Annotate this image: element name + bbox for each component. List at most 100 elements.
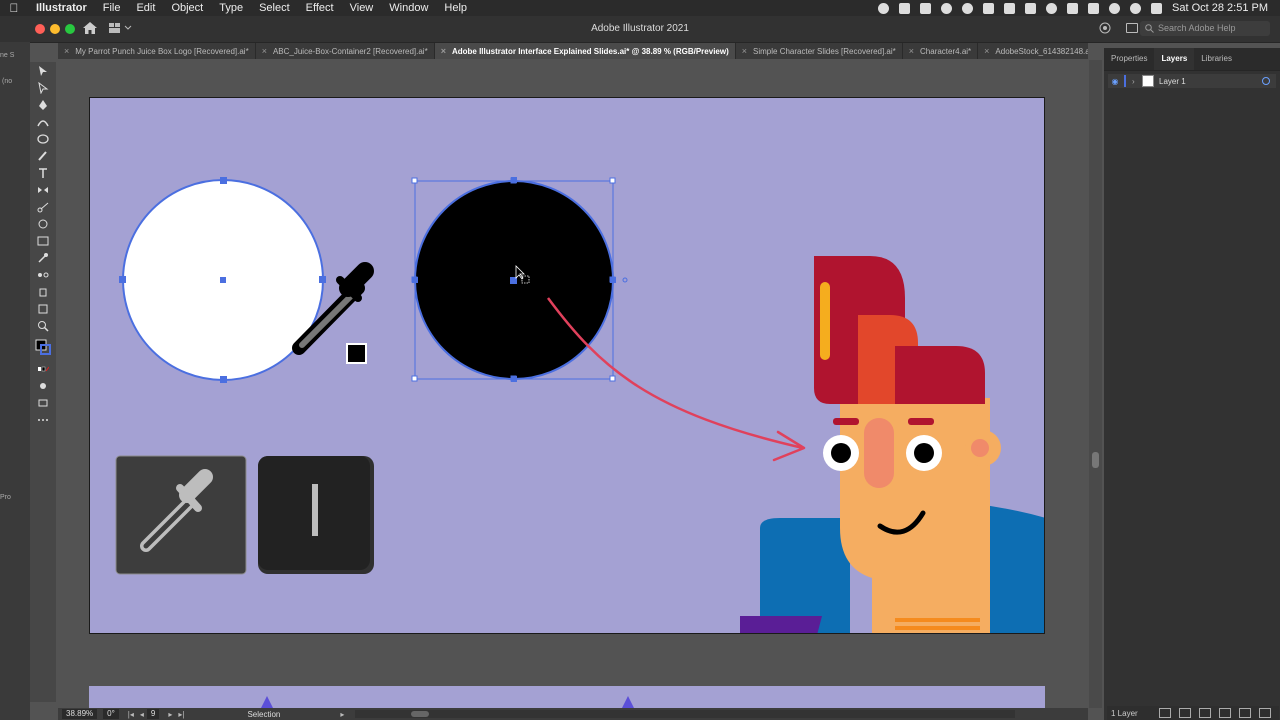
close-window-button[interactable] xyxy=(35,24,45,34)
menu-object[interactable]: Object xyxy=(163,2,211,14)
globe-icon[interactable] xyxy=(962,2,973,14)
tab-document[interactable]: × Character4.ai* xyxy=(903,43,979,59)
wifi-icon[interactable] xyxy=(1109,2,1120,14)
menu-app-name[interactable]: Illustrator xyxy=(28,2,95,14)
visibility-eye-icon[interactable]: ◉ xyxy=(1108,77,1122,86)
fill-stroke-swatch-icon[interactable] xyxy=(30,334,56,360)
artboard-number-field[interactable]: 9 xyxy=(146,709,160,719)
layer-name[interactable]: Layer 1 xyxy=(1159,77,1186,86)
menu-help[interactable]: Help xyxy=(436,2,475,14)
close-tab-icon[interactable]: × xyxy=(441,46,446,56)
target-circle-icon[interactable] xyxy=(1262,77,1270,85)
tab-document[interactable]: × Simple Character Slides [Recovered].ai* xyxy=(736,43,903,59)
bounding-box-handle[interactable] xyxy=(609,177,616,184)
menubar-clock[interactable]: Sat Oct 28 2:51 PM xyxy=(1172,2,1268,14)
pen-tool-icon[interactable] xyxy=(30,96,56,113)
scrollbar-thumb[interactable] xyxy=(1092,452,1099,468)
bounding-box-handle[interactable] xyxy=(609,375,616,382)
last-artboard-icon[interactable]: ▸| xyxy=(178,710,184,719)
expand-chevron-icon[interactable]: › xyxy=(1132,77,1142,86)
anchor-handle[interactable] xyxy=(119,276,126,283)
close-tab-icon[interactable]: × xyxy=(909,46,914,56)
make-clipping-mask-icon[interactable] xyxy=(1199,708,1211,718)
direct-selection-tool-icon[interactable] xyxy=(30,79,56,96)
tab-document[interactable]: × ABC_Juice-Box-Container2 [Recovered].ai… xyxy=(256,43,435,59)
close-tab-icon[interactable]: × xyxy=(262,46,267,56)
new-layer-icon[interactable] xyxy=(1239,708,1251,718)
previous-artboard-icon[interactable]: ◂ xyxy=(140,710,144,719)
r-app-icon[interactable] xyxy=(920,2,931,14)
control-center-icon[interactable] xyxy=(1151,2,1162,14)
rotate-handle[interactable] xyxy=(622,277,628,283)
artboard[interactable] xyxy=(89,97,1045,634)
bluetooth-icon[interactable] xyxy=(1067,2,1078,14)
scissors-tool-icon[interactable] xyxy=(30,198,56,215)
color-mode-icon[interactable] xyxy=(30,360,56,377)
windows-icon[interactable] xyxy=(1025,2,1036,14)
status-menu-icon[interactable]: ▸ xyxy=(340,710,344,719)
menu-type[interactable]: Type xyxy=(211,2,251,14)
warp-tool-icon[interactable] xyxy=(30,215,56,232)
menu-edit[interactable]: Edit xyxy=(128,2,163,14)
ellipse-tool-icon[interactable] xyxy=(30,130,56,147)
creative-cloud-icon[interactable] xyxy=(941,2,952,14)
curvature-tool-icon[interactable] xyxy=(30,113,56,130)
record-icon[interactable] xyxy=(878,2,889,14)
zoom-field[interactable]: 38.89% xyxy=(62,709,98,719)
bounding-box-handle[interactable] xyxy=(411,177,418,184)
screen-mode-icon[interactable] xyxy=(30,394,56,411)
horizontal-scrollbar[interactable] xyxy=(355,710,1016,718)
tab-document[interactable]: × AdobeStock_614382148.ai xyxy=(978,43,1088,59)
vertical-scrollbar[interactable] xyxy=(1089,60,1102,708)
menu-select[interactable]: Select xyxy=(251,2,298,14)
battery-icon[interactable] xyxy=(1088,2,1099,14)
delete-layer-icon[interactable] xyxy=(1259,708,1271,718)
anchor-handle[interactable] xyxy=(511,376,517,382)
menu-window[interactable]: Window xyxy=(381,2,436,14)
scrollbar-thumb[interactable] xyxy=(411,711,430,717)
gear-icon[interactable] xyxy=(1004,2,1015,14)
tab-document[interactable]: × My Parrot Punch Juice Box Logo [Recover… xyxy=(58,43,256,59)
draw-mode-icon[interactable] xyxy=(30,377,56,394)
tab-document-active[interactable]: × Adobe Illustrator Interface Explained S… xyxy=(434,43,736,59)
minimize-window-button[interactable] xyxy=(50,24,60,34)
tab-layers[interactable]: Layers xyxy=(1154,48,1195,70)
menu-view[interactable]: View xyxy=(342,2,382,14)
zoom-tool-icon[interactable] xyxy=(30,317,56,334)
symbol-sprayer-tool-icon[interactable] xyxy=(30,283,56,300)
anchor-handle[interactable] xyxy=(319,276,326,283)
adobe-icon[interactable] xyxy=(899,2,910,14)
layer-row[interactable]: ◉ › Layer 1 xyxy=(1108,74,1276,88)
workspace-switcher-icon[interactable] xyxy=(108,22,134,34)
close-tab-icon[interactable]: × xyxy=(984,46,989,56)
new-sublayer-icon[interactable] xyxy=(1219,708,1231,718)
blend-tool-icon[interactable] xyxy=(30,266,56,283)
drive-icon[interactable] xyxy=(983,2,994,14)
spotlight-search-icon[interactable] xyxy=(1130,2,1141,14)
anchor-handle[interactable] xyxy=(220,376,227,383)
tab-libraries[interactable]: Libraries xyxy=(1194,48,1239,70)
play-icon[interactable] xyxy=(1046,2,1057,14)
zoom-window-button[interactable] xyxy=(65,24,75,34)
export-icon[interactable] xyxy=(1159,708,1171,718)
artboard-tool-icon[interactable] xyxy=(30,300,56,317)
anchor-handle[interactable] xyxy=(220,177,227,184)
close-tab-icon[interactable]: × xyxy=(742,46,747,56)
menu-effect[interactable]: Effect xyxy=(298,2,342,14)
eyedropper-tool-icon[interactable] xyxy=(30,249,56,266)
menu-file[interactable]: File xyxy=(95,2,129,14)
reflect-tool-icon[interactable] xyxy=(30,181,56,198)
tab-properties[interactable]: Properties xyxy=(1104,48,1154,70)
rotation-field[interactable]: 0° xyxy=(103,709,119,719)
anchor-handle[interactable] xyxy=(511,177,517,183)
selection-tool-icon[interactable] xyxy=(30,62,56,79)
bounding-box-handle[interactable] xyxy=(411,375,418,382)
current-tool-label[interactable]: Selection xyxy=(247,710,280,719)
paintbrush-tool-icon[interactable] xyxy=(30,147,56,164)
first-artboard-icon[interactable]: |◂ xyxy=(128,710,134,719)
type-tool-icon[interactable] xyxy=(30,164,56,181)
locate-object-icon[interactable] xyxy=(1179,708,1191,718)
next-artboard-icon[interactable]: ▸ xyxy=(168,710,172,719)
close-tab-icon[interactable]: × xyxy=(64,46,69,56)
search-adobe-help-input[interactable]: Search Adobe Help xyxy=(1140,21,1270,36)
